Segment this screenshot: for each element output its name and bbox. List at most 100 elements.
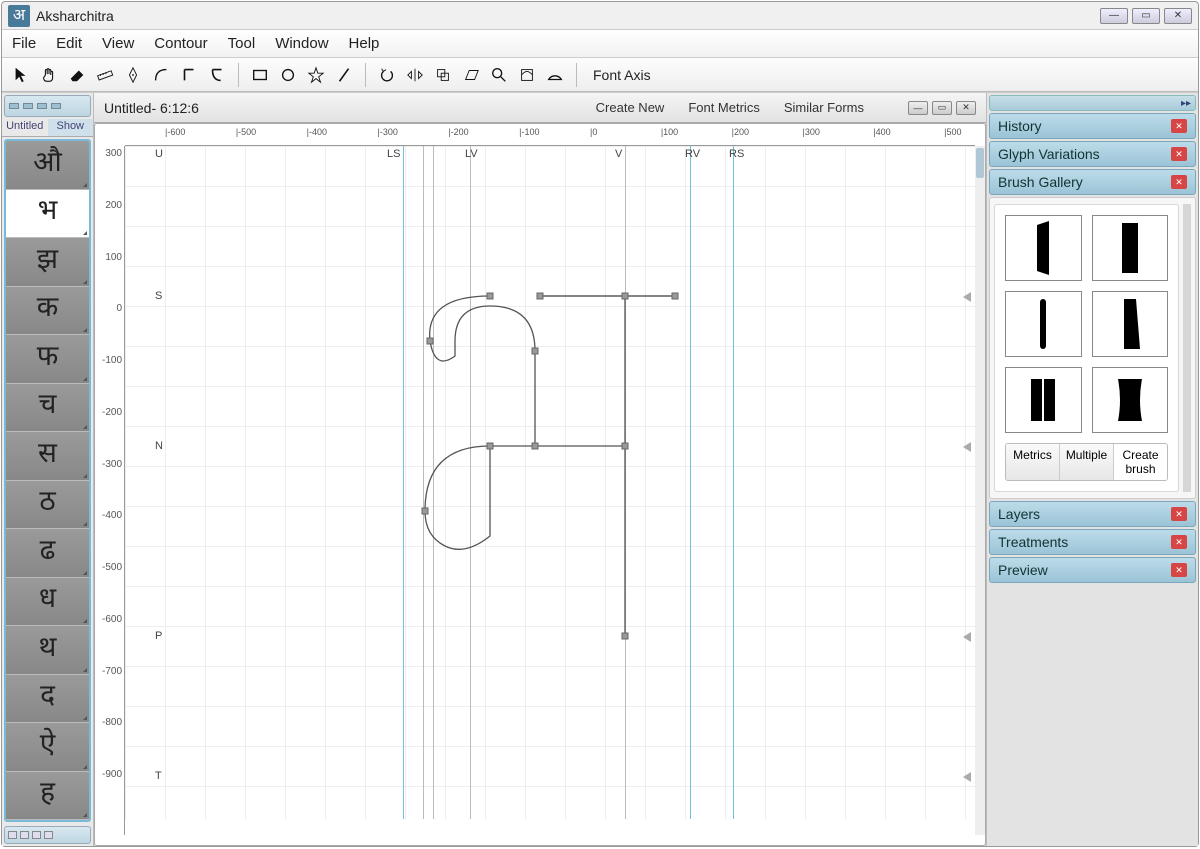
guide[interactable] xyxy=(433,146,434,819)
line-tool-icon[interactable] xyxy=(333,64,355,86)
glyph-outline[interactable] xyxy=(405,286,705,656)
sidebar-top-strip[interactable] xyxy=(4,95,91,117)
menu-edit[interactable]: Edit xyxy=(56,35,82,52)
font-metrics-button[interactable]: Font Metrics xyxy=(688,100,760,115)
panel-layers[interactable]: Layers✕ xyxy=(989,501,1196,527)
circle-tool-icon[interactable] xyxy=(277,64,299,86)
panel-glyph-variations[interactable]: Glyph Variations✕ xyxy=(989,141,1196,167)
glyph-canvas[interactable]: |-600|-500|-400|-300|-200|-100|0|100|200… xyxy=(94,123,986,846)
panel-history[interactable]: History✕ xyxy=(989,113,1196,139)
glyph-list[interactable]: औ भ झ क फ च स ठ ढ ध थ द ऐ ह xyxy=(4,139,91,822)
guide[interactable] xyxy=(625,146,626,819)
menu-file[interactable]: File xyxy=(12,35,36,52)
close-icon[interactable]: ✕ xyxy=(1171,175,1187,189)
panel-preview[interactable]: Preview✕ xyxy=(989,557,1196,583)
brush-scrollbar[interactable] xyxy=(1183,204,1191,492)
panel-window-controls: — ▭ ✕ xyxy=(908,101,976,115)
pen-tool-icon[interactable] xyxy=(122,64,144,86)
close-icon[interactable]: ✕ xyxy=(1171,563,1187,577)
glyph-item[interactable]: फ xyxy=(6,335,89,384)
panel-maximize-icon[interactable]: ▭ xyxy=(932,101,952,115)
glyph-item[interactable]: ह xyxy=(6,772,89,821)
eraser-tool-icon[interactable] xyxy=(66,64,88,86)
undo-tool-icon[interactable] xyxy=(376,64,398,86)
curve-tool-icon[interactable] xyxy=(150,64,172,86)
brush-preset[interactable] xyxy=(1092,215,1169,281)
scrollbar-vertical[interactable] xyxy=(975,146,985,835)
panel-minimize-icon[interactable]: — xyxy=(908,101,928,115)
corner-right-icon[interactable] xyxy=(206,64,228,86)
star-tool-icon[interactable] xyxy=(305,64,327,86)
guide-LV[interactable] xyxy=(470,146,471,819)
pointer-tool-icon[interactable] xyxy=(10,64,32,86)
guide-RS[interactable] xyxy=(733,146,734,819)
separator xyxy=(576,63,577,87)
ruler-tool-icon[interactable] xyxy=(94,64,116,86)
panel-close-icon[interactable]: ✕ xyxy=(956,101,976,115)
half-circle-tool-icon[interactable] xyxy=(544,64,566,86)
grid-area[interactable]: U LS LV V RV RS S N P T xyxy=(125,146,975,819)
glyph-item[interactable]: च xyxy=(6,384,89,433)
brush-create-button[interactable]: Create brush xyxy=(1114,444,1167,480)
skew-tool-icon[interactable] xyxy=(460,64,482,86)
guide-LS[interactable] xyxy=(403,146,404,819)
copy-tool-icon[interactable] xyxy=(432,64,454,86)
glyph-item[interactable]: ध xyxy=(6,578,89,627)
brush-metrics-button[interactable]: Metrics xyxy=(1006,444,1060,480)
brush-preset[interactable] xyxy=(1092,367,1169,433)
panel-brush-gallery[interactable]: Brush Gallery✕ xyxy=(989,169,1196,195)
menu-tool[interactable]: Tool xyxy=(228,35,256,52)
glyph-item[interactable]: ढ xyxy=(6,529,89,578)
brush-preset[interactable] xyxy=(1005,367,1082,433)
glyph-item[interactable]: औ xyxy=(6,141,89,190)
minimize-button[interactable]: — xyxy=(1100,8,1128,24)
brush-preset[interactable] xyxy=(1005,215,1082,281)
guide-RV[interactable] xyxy=(690,146,691,819)
corner-left-icon[interactable] xyxy=(178,64,200,86)
window-controls: — ▭ ✕ xyxy=(1100,8,1192,24)
tab-untitled[interactable]: Untitled xyxy=(2,119,48,136)
close-icon[interactable]: ✕ xyxy=(1171,535,1187,549)
h-marker-icon[interactable] xyxy=(963,442,971,452)
brush-multiple-button[interactable]: Multiple xyxy=(1060,444,1114,480)
glyph-item[interactable]: क xyxy=(6,287,89,336)
clip-tool-icon[interactable] xyxy=(516,64,538,86)
app-icon: अ xyxy=(8,5,30,27)
font-axis-button[interactable]: Font Axis xyxy=(587,67,657,83)
brush-preset[interactable] xyxy=(1092,291,1169,357)
glyph-item[interactable]: द xyxy=(6,675,89,724)
close-icon[interactable]: ✕ xyxy=(1171,147,1187,161)
maximize-button[interactable]: ▭ xyxy=(1132,8,1160,24)
close-icon[interactable]: ✕ xyxy=(1171,119,1187,133)
glyph-item[interactable]: ऐ xyxy=(6,723,89,772)
sidebar-tabs: Untitled Show xyxy=(2,119,93,137)
similar-forms-button[interactable]: Similar Forms xyxy=(784,100,864,115)
tab-show[interactable]: Show xyxy=(48,119,94,136)
glyph-item[interactable]: ठ xyxy=(6,481,89,530)
menu-help[interactable]: Help xyxy=(349,35,380,52)
panel-treatments[interactable]: Treatments✕ xyxy=(989,529,1196,555)
glyph-item[interactable]: थ xyxy=(6,626,89,675)
menu-contour[interactable]: Contour xyxy=(154,35,207,52)
marker-LV: LV xyxy=(465,148,478,160)
close-icon[interactable]: ✕ xyxy=(1171,507,1187,521)
brush-preset[interactable] xyxy=(1005,291,1082,357)
document-title: Untitled- 6:12:6 xyxy=(104,100,199,116)
h-marker-icon[interactable] xyxy=(963,292,971,302)
guide[interactable] xyxy=(423,146,424,819)
mirror-tool-icon[interactable] xyxy=(404,64,426,86)
rect-tool-icon[interactable] xyxy=(249,64,271,86)
create-new-button[interactable]: Create New xyxy=(596,100,665,115)
h-marker-icon[interactable] xyxy=(963,632,971,642)
h-marker-icon[interactable] xyxy=(963,772,971,782)
close-button[interactable]: ✕ xyxy=(1164,8,1192,24)
zoom-tool-icon[interactable] xyxy=(488,64,510,86)
glyph-item-selected[interactable]: भ xyxy=(6,190,89,239)
sidebar-bottom-strip[interactable] xyxy=(4,826,91,844)
glyph-item[interactable]: झ xyxy=(6,238,89,287)
menu-window[interactable]: Window xyxy=(275,35,328,52)
glyph-item[interactable]: स xyxy=(6,432,89,481)
menu-view[interactable]: View xyxy=(102,35,134,52)
rightbar-collapse-icon[interactable]: ▸▸ xyxy=(989,95,1196,111)
hand-tool-icon[interactable] xyxy=(38,64,60,86)
